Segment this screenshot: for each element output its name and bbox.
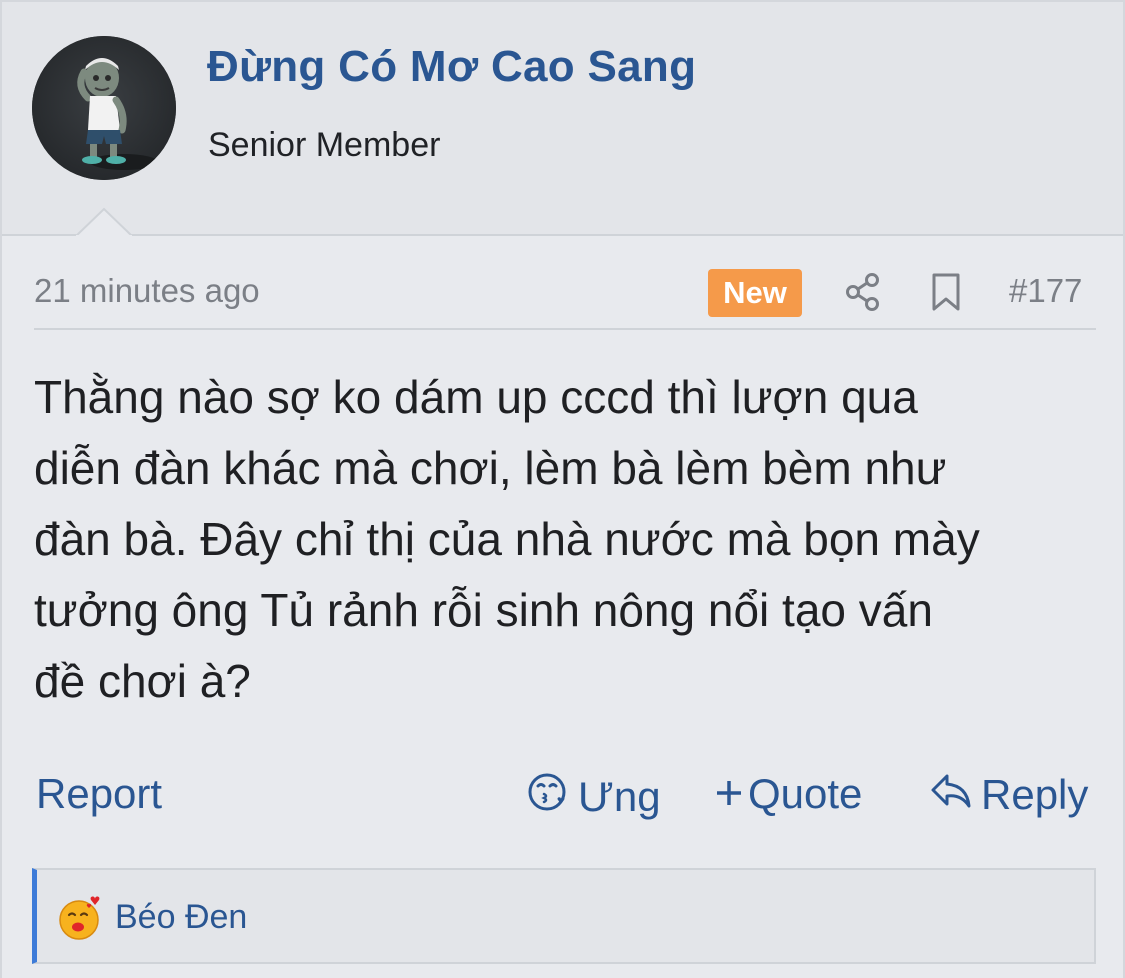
report-label: Report <box>36 770 163 817</box>
post-line: đàn bà. Đây chỉ thị của nhà nước mà bọn … <box>34 513 980 565</box>
quote-label: Quote <box>748 770 863 817</box>
react-label: Ưng <box>578 773 661 820</box>
reaction-users[interactable]: Béo Đen <box>115 898 247 937</box>
reply-button[interactable]: Reply <box>929 770 1088 820</box>
new-badge: New <box>708 269 802 317</box>
post-timestamp[interactable]: 21 minutes ago <box>34 272 260 310</box>
post-line: đề chơi à? <box>34 655 251 707</box>
user-title: Senior Member <box>208 126 441 164</box>
post-container: Đừng Có Mơ Cao Sang Senior Member 21 min… <box>0 0 1125 978</box>
username[interactable]: Đừng Có Mơ Cao Sang <box>207 42 696 92</box>
plus-icon <box>714 770 744 818</box>
post-number[interactable]: #177 <box>1009 272 1082 310</box>
react-button[interactable]: Ưng <box>526 770 661 824</box>
kiss-emoji-icon <box>57 894 105 942</box>
user-header: Đừng Có Mơ Cao Sang Senior Member <box>2 2 1123 237</box>
post-line: diễn đàn khác mà chơi, lèm bà lèm bèm nh… <box>34 442 947 494</box>
avatar[interactable] <box>32 36 176 180</box>
bookmark-icon[interactable] <box>929 272 963 312</box>
post-line: tưởng ông Tủ rảnh rỗi sinh nông nổi tạo … <box>34 584 933 636</box>
reply-label: Reply <box>981 771 1089 818</box>
smile-kiss-icon <box>526 770 570 824</box>
post-body: Thằng nào sợ ko dám up cccd thì lượn qua… <box>34 362 1109 717</box>
reactions-bar[interactable]: Béo Đen <box>32 868 1096 964</box>
quote-button[interactable]: Quote <box>714 770 862 818</box>
reply-arrow-icon <box>929 770 973 820</box>
post-meta-row: 21 minutes ago New #177 <box>34 264 1096 330</box>
post-line: Thằng nào sợ ko dám up cccd thì lượn qua <box>34 371 918 423</box>
avatar-figure-icon <box>32 36 176 180</box>
share-icon[interactable] <box>844 272 882 312</box>
report-button[interactable]: Report <box>36 770 162 818</box>
